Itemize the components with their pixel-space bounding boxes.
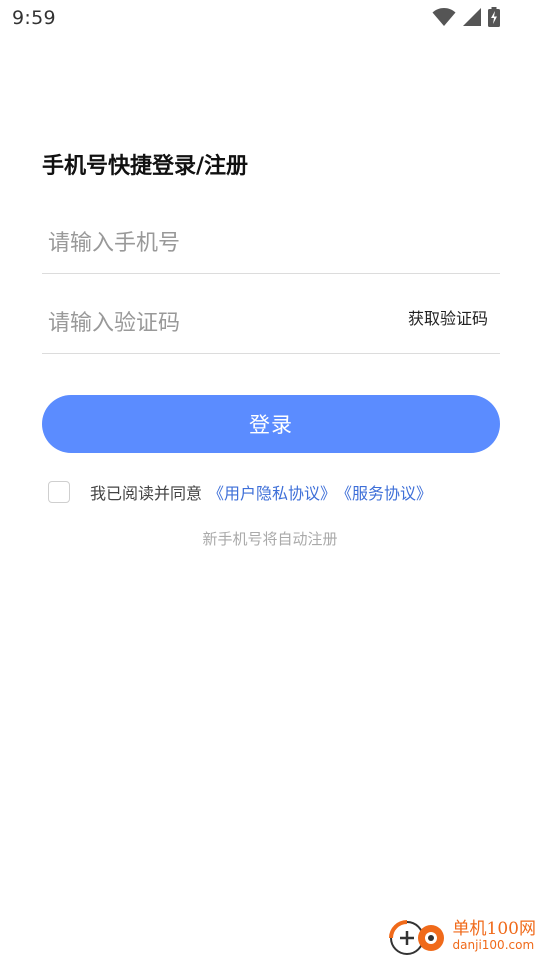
- status-icons: [432, 7, 500, 31]
- watermark-logo-icon: [385, 914, 447, 958]
- code-field: 获取验证码: [42, 295, 500, 354]
- verification-code-input[interactable]: [48, 303, 378, 343]
- page-title: 手机号快捷登录/注册: [42, 154, 249, 179]
- auto-register-note: 新手机号将自动注册: [202, 530, 338, 548]
- agreement-checkbox[interactable]: [48, 481, 70, 503]
- watermark-title: 单机100网: [452, 918, 536, 939]
- login-button[interactable]: 登录: [42, 395, 500, 453]
- watermark: 单机100网 danji100.com: [385, 914, 536, 958]
- agreement-row: 我已阅读并同意 《用户隐私协议》 《服务协议》: [48, 479, 432, 505]
- get-code-button[interactable]: 获取验证码: [408, 305, 488, 329]
- watermark-domain: danji100.com: [452, 937, 535, 952]
- login-screen: 9:59 手机号快捷登录/注册 请输入手机号 请输入验证码 获取验证码 登录 我…: [0, 0, 540, 960]
- status-bar: 9:59: [0, 0, 540, 36]
- phone-field: [42, 215, 500, 274]
- service-agreement-link[interactable]: 《服务协议》: [336, 480, 432, 504]
- phone-input[interactable]: [48, 223, 378, 263]
- watermark-text: 单机100网 danji100.com: [452, 918, 536, 952]
- cell-signal-icon: [462, 7, 482, 31]
- privacy-policy-link[interactable]: 《用户隐私协议》: [208, 480, 336, 504]
- agreement-text: 我已阅读并同意: [90, 484, 203, 503]
- battery-charging-icon: [488, 7, 500, 31]
- status-time: 9:59: [12, 7, 56, 29]
- wifi-icon: [432, 7, 456, 31]
